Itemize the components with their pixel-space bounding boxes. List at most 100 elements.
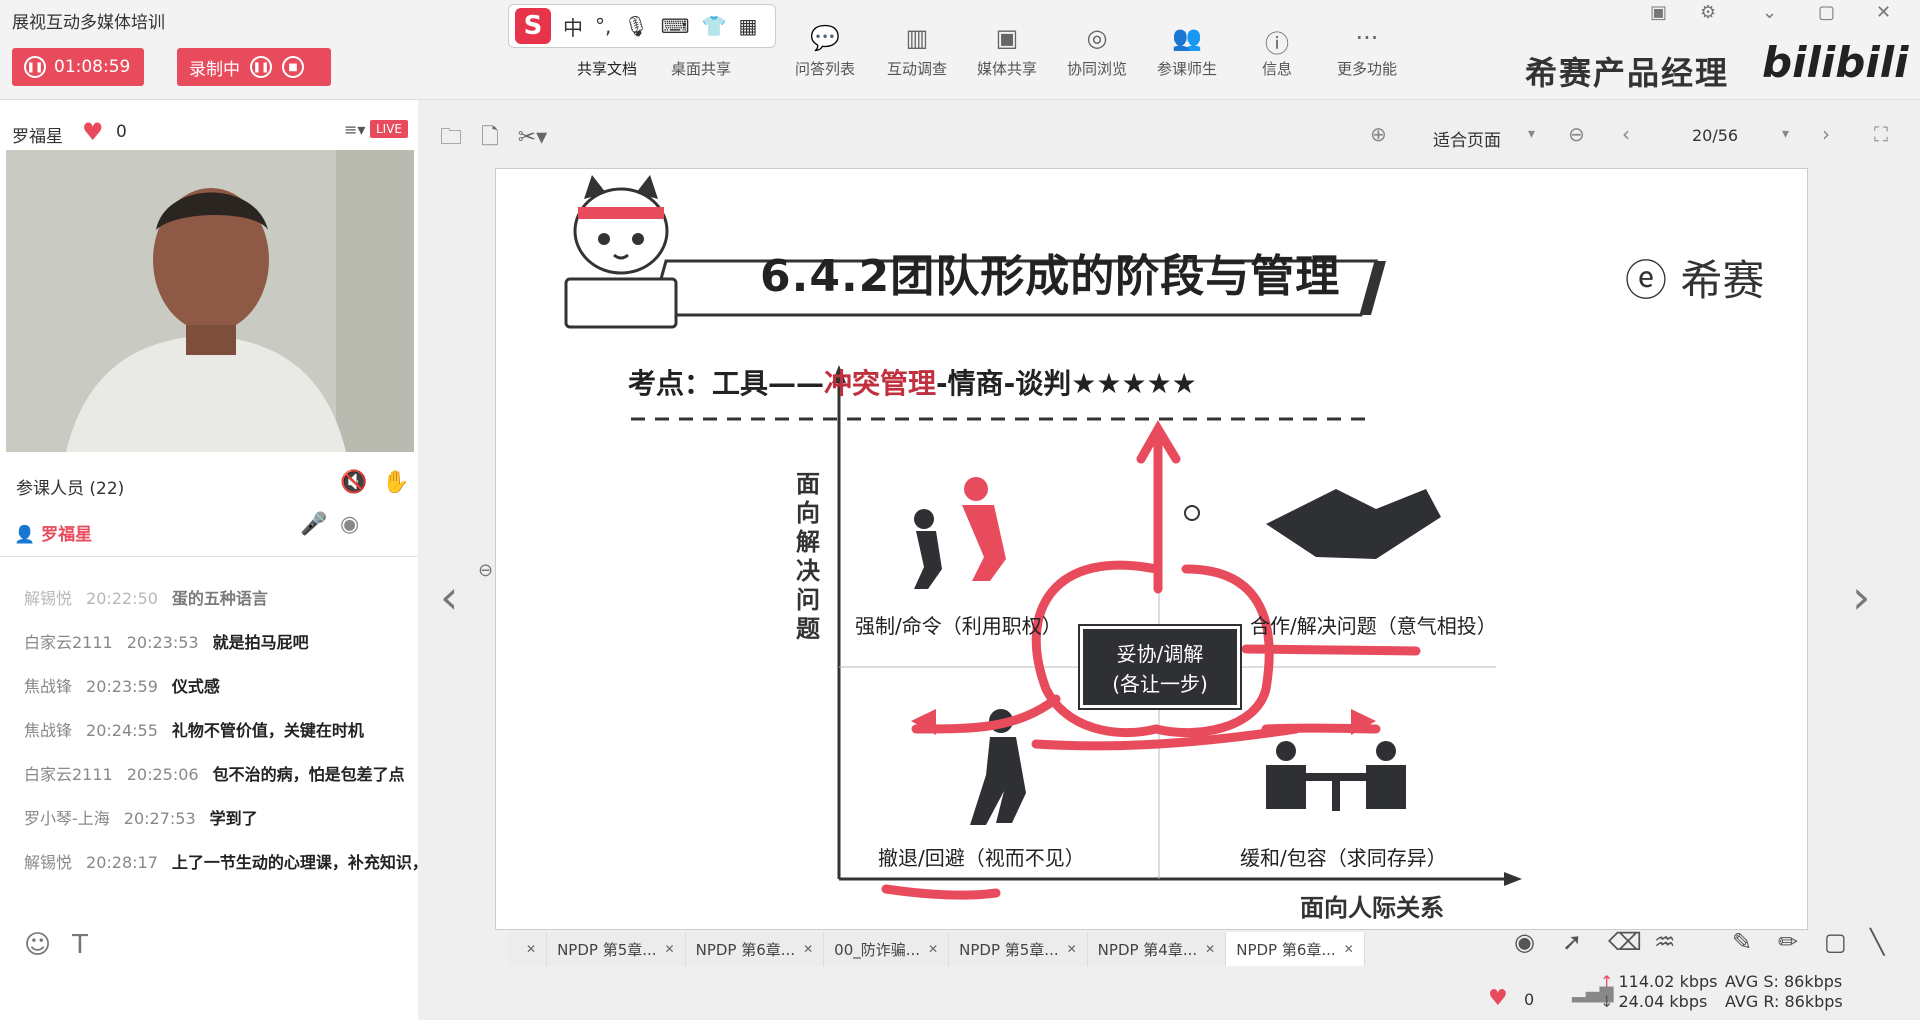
text-format-icon[interactable]: T — [72, 930, 88, 960]
center-quadrant-box: 妥协/调解 (各让一步) — [1078, 624, 1242, 710]
heart-icon[interactable]: ♥ — [82, 118, 104, 146]
tool-label: 互动调查 — [886, 60, 947, 78]
close-tab-icon[interactable]: ✕ — [928, 942, 938, 956]
upload-rate: 114.02 kbps — [1618, 972, 1718, 991]
microphone-icon[interactable]: 🎤 — [300, 512, 327, 537]
chat-message: 解锡悦 20:28:17 上了一节生动的心理课，补充知识，精彩 — [24, 850, 464, 876]
list-menu-icon[interactable]: ≡▾ — [344, 120, 365, 139]
page-indicator[interactable]: 20/56 — [1692, 126, 1738, 145]
settings-icon[interactable]: ▣ — [1650, 2, 1667, 23]
chat-text: 学到了 — [209, 809, 258, 828]
minimize-icon[interactable]: ⌄ — [1762, 2, 1777, 23]
bilibili-logo: bilibili — [1762, 38, 1909, 87]
chat-message: 白家云2111 20:25:06 包不治的病，怕是包差了点 — [24, 762, 484, 788]
tool-qa-list[interactable]: 💬 问答列表 — [780, 24, 870, 79]
prev-page-icon[interactable]: ‹ — [1622, 122, 1630, 146]
fullscreen-icon[interactable]: ⛶ — [1874, 122, 1888, 146]
hand-icon[interactable]: ✋ — [382, 470, 409, 495]
chat-time: 20:25:06 — [126, 765, 199, 784]
tool-media-share[interactable]: ▣ 媒体共享 — [962, 24, 1052, 79]
chat-user: 解锡悦 — [24, 589, 73, 608]
presenter-likes: 0 — [116, 122, 127, 142]
mute-all-icon[interactable]: 🔇 — [340, 470, 367, 495]
zoom-select[interactable]: 适合页面 — [1433, 126, 1501, 151]
close-tab-icon[interactable]: ✕ — [1067, 942, 1077, 956]
avg-stats: AVG S: 86kbps AVG R: 86kbps — [1725, 972, 1843, 1012]
close-tab-icon[interactable]: ✕ — [1205, 942, 1215, 956]
recording-button[interactable]: 录制中 ❚❚ ■ — [177, 48, 331, 86]
participant-name: 罗福星 — [41, 525, 93, 545]
pen-icon[interactable]: ✎ — [1732, 928, 1752, 956]
folder-icon[interactable]: 🗀 — [440, 125, 462, 150]
tool-label: 更多功能 — [1336, 60, 1397, 78]
tool-participants[interactable]: 👥 参课师生 — [1142, 24, 1232, 79]
close-tab-icon[interactable]: ✕ — [526, 942, 536, 956]
pause-record-icon[interactable]: ❚❚ — [250, 56, 272, 78]
y-axis-label: 面向解决问题 — [796, 470, 820, 643]
timer-button[interactable]: ❚❚ 01:08:59 — [12, 48, 144, 86]
more-icon: ··· — [1355, 24, 1379, 52]
chat-time: 20:23:53 — [126, 633, 199, 652]
doc-tab[interactable]: NPDP 第5章... ✕ — [547, 932, 686, 966]
tool-label: 共享文档 — [576, 60, 637, 78]
emoji-icon[interactable]: ☺ — [24, 930, 51, 960]
camera-icon[interactable]: ◉ — [340, 512, 359, 537]
line-icon[interactable]: ╲ — [1870, 928, 1884, 956]
zoom-in-icon[interactable]: ⊕ — [1370, 122, 1387, 146]
file-icon[interactable]: 🗋 — [481, 125, 499, 150]
doc-tab[interactable]: 00_防诈骗... ✕ — [824, 932, 950, 966]
slide-prev-arrow-icon[interactable]: ‹ — [440, 570, 458, 624]
quadrant-bottom-right: 缓和/包容（求同存异） — [1240, 846, 1447, 870]
kaodian-highlight: 冲突管理 — [824, 367, 937, 400]
handshake — [1266, 489, 1441, 559]
doc-tab-active[interactable]: NPDP 第6章... ✕ — [1226, 932, 1365, 966]
rectangle-icon[interactable]: ▢ — [1824, 928, 1847, 956]
zoom-dropdown-icon[interactable]: ▾ — [1528, 126, 1535, 142]
co-browse-icon: ◎ — [1086, 24, 1108, 52]
close-icon[interactable]: ✕ — [1876, 2, 1891, 23]
doc-tab[interactable]: ✕ — [508, 932, 548, 966]
page-dropdown-icon[interactable]: ▾ — [1782, 126, 1789, 142]
chat-message: 焦战锋 20:23:59 仪式感 — [24, 674, 484, 700]
tool-info[interactable]: ⓘ 信息 — [1232, 24, 1322, 79]
close-tab-icon[interactable]: ✕ — [803, 942, 813, 956]
next-page-icon[interactable]: › — [1822, 122, 1830, 146]
clear-icon[interactable]: ♒ — [1654, 928, 1676, 956]
chat-user: 焦战锋 — [24, 721, 73, 740]
ime-logo[interactable]: S — [515, 8, 551, 44]
chat-time: 20:23:59 — [86, 677, 158, 696]
tool-label: 协同浏览 — [1066, 60, 1127, 78]
tool-more[interactable]: ··· 更多功能 — [1322, 24, 1412, 79]
chat-user: 焦战锋 — [24, 677, 73, 696]
tool-doc-share[interactable]: 共享文档 — [562, 24, 652, 79]
restore-icon[interactable]: ▢ — [1818, 2, 1835, 23]
doc-tab[interactable]: NPDP 第4章... ✕ — [1087, 932, 1227, 966]
collapse-panel-icon[interactable]: ⊖ — [478, 560, 493, 581]
stop-record-icon[interactable]: ■ — [282, 56, 304, 78]
close-tab-icon[interactable]: ✕ — [665, 942, 675, 956]
desktop-share-icon — [656, 24, 746, 58]
laser-pointer-icon[interactable]: ◉ — [1514, 928, 1535, 956]
participant-item[interactable]: 👤 罗福星 — [14, 520, 92, 545]
chat-message: 白家云2111 20:23:53 就是拍马屁吧 — [24, 630, 484, 656]
tool-desktop-share[interactable]: 桌面共享 — [656, 24, 746, 79]
close-tab-icon[interactable]: ✕ — [1344, 942, 1354, 956]
tool-co-browse[interactable]: ◎ 协同浏览 — [1052, 24, 1142, 79]
xisai-logo-icon: ⓔ — [1625, 256, 1668, 305]
doc-tab[interactable]: NPDP 第6章... ✕ — [685, 932, 825, 966]
tool-survey[interactable]: ▥ 互动调查 — [872, 24, 962, 79]
heart-icon[interactable]: ♥ — [1488, 986, 1508, 1011]
slide-next-arrow-icon[interactable]: › — [1852, 570, 1870, 624]
document-share-icon — [562, 24, 652, 58]
app-title: 展视互动多媒体培训 — [12, 13, 165, 33]
chat-time: 20:27:53 — [123, 809, 196, 828]
doc-tab[interactable]: NPDP 第5章... ✕ — [949, 932, 1088, 966]
eraser-icon[interactable]: ⌫ — [1608, 928, 1642, 956]
gear-icon[interactable]: ⚙ — [1700, 2, 1716, 23]
highlighter-icon[interactable]: ✏ — [1778, 928, 1798, 956]
slide-title: 6.4.2团队形成的阶段与管理 — [760, 251, 1341, 302]
live-badge: LIVE — [370, 120, 409, 138]
zoom-out-icon[interactable]: ⊖ — [1568, 122, 1585, 146]
cursor-icon[interactable]: ➚ — [1562, 928, 1582, 956]
scissors-icon[interactable]: ✂▾ — [518, 125, 547, 150]
